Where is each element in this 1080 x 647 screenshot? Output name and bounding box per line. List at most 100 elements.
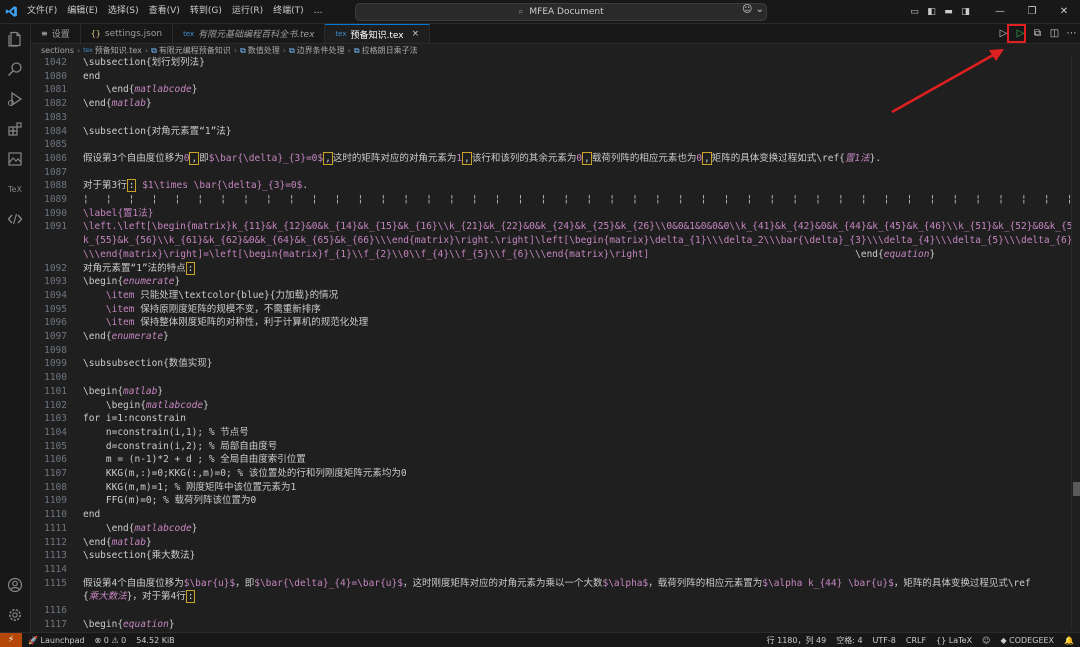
code-line[interactable]: \subsection{对角元素置“1”法} (83, 125, 232, 139)
rocket-icon: 🚀 (28, 635, 38, 645)
code-line[interactable]: \label{置1法} (83, 207, 153, 221)
toggle-panel-icon[interactable]: ▬ (940, 7, 957, 17)
code-line[interactable]: \item 保持整体刚度矩阵的对称性，利于计算机的规范化处理 (83, 316, 368, 330)
breadcrumb-item[interactable]: 有限元编程预备知识 (159, 45, 231, 56)
code-editor[interactable]: 1042 \subsection{划行划列法} 1080 end 1081 \end{m… (31, 56, 1071, 630)
code-line[interactable]: \\\end{matrix}\right]=\left[\begin{matri… (83, 248, 935, 262)
close-window-icon[interactable]: ✕ (1048, 6, 1080, 17)
open-preview-icon[interactable]: ⧉ (1029, 28, 1046, 39)
code-line[interactable]: 对角元素置“1”法的特点: (83, 261, 196, 276)
code-line[interactable]: \subsection{乘大数法} (83, 549, 195, 563)
menu-go[interactable]: 转到(G) (185, 0, 227, 23)
copilot-status-icon[interactable]: ☺ (982, 636, 990, 645)
problems-item[interactable]: ⊗ 0 ⚠ 0 (95, 636, 127, 645)
extensions-icon[interactable] (0, 116, 30, 142)
code-line[interactable]: \subsection{划行划列法} (83, 56, 205, 70)
code-line[interactable]: \left.\left[\begin{matrix}k_{11}&k_{12}&… (83, 220, 1071, 234)
search-icon[interactable] (0, 56, 30, 82)
code-line[interactable]: end (83, 508, 100, 522)
account-icon[interactable] (0, 572, 30, 598)
code-line[interactable]: \item 保持原刚度矩阵的规模不变，不需重新排序 (83, 303, 321, 317)
code-line[interactable]: \begin{matlabcode} (83, 399, 209, 413)
codegeex-item[interactable]: ◆ CODEGEEX (1000, 636, 1054, 645)
code-line[interactable]: \end{matlabcode} (83, 522, 198, 536)
code-line[interactable]: 假设第3个自由度位移为0, 即$\bar{\delta}_{3}=0$, 这时的矩阵… (83, 151, 881, 166)
code-line[interactable]: \begin{enumerate} (83, 275, 180, 289)
toggle-secondary-sidebar-icon[interactable]: ◨ (957, 7, 974, 17)
code-icon[interactable] (0, 206, 30, 232)
menu-more[interactable]: … (309, 0, 328, 23)
code-line[interactable]: k_{55}&k_{56}\\k_{61}&k_{62}&0&k_{64}&k_… (83, 234, 1071, 248)
code-line[interactable]: ¦ ¦ ¦ ¦ ¦ ¦ ¦ ¦ ¦ ¦ ¦ ¦ ¦ ¦ ¦ ¦ ¦ ¦ ¦ ¦ … (83, 193, 1071, 207)
tab-prerequisite-tex[interactable]: tex 预备知识.tex × (325, 24, 431, 43)
image-preview-icon[interactable] (0, 146, 30, 172)
tab-settings[interactable]: ≡ 设置 (31, 24, 81, 43)
settings-gear-icon[interactable] (0, 602, 30, 628)
tab-main-tex[interactable]: tex 有限元基础编程百科全书.tex (173, 24, 326, 43)
line-number: 1106 (44, 454, 67, 466)
code-line[interactable]: KKG(m,:)=0;KKG(:,m)=0; % 该位置处的行和列刚度矩阵元素均… (83, 467, 407, 481)
remote-icon[interactable]: ⚡ (0, 633, 22, 647)
indentation[interactable]: 空格: 4 (836, 635, 862, 646)
menu-file[interactable]: 文件(F) (22, 0, 62, 23)
code-line[interactable]: d=constrain(i,2); % 局部自由度号 (83, 440, 277, 454)
code-line[interactable]: end (83, 70, 100, 84)
restore-icon[interactable]: ❐ (1016, 6, 1048, 17)
scrollbar-thumb[interactable] (1073, 482, 1080, 496)
breadcrumb-item[interactable]: 预备知识.tex (95, 45, 142, 56)
menu-run[interactable]: 运行(R) (227, 0, 268, 23)
code-line[interactable]: n=constrain(i,1); % 节点号 (83, 426, 249, 440)
line-number: 1108 (44, 481, 67, 493)
code-line[interactable]: for i=1:nconstrain (83, 412, 186, 426)
line-number: 1102 (44, 399, 67, 411)
menu-edit[interactable]: 编辑(E) (62, 0, 103, 23)
code-line[interactable]: \end{matlab} (83, 536, 152, 550)
close-icon[interactable]: × (412, 29, 420, 39)
notification-bell-icon[interactable]: 🔔 (1064, 636, 1074, 645)
code-line[interactable]: \end{enumerate} (83, 330, 169, 344)
cursor-position[interactable]: 行 1180，列 49 (767, 635, 827, 646)
breadcrumb-item[interactable]: sections (41, 46, 74, 55)
code-line[interactable]: \item 只能处理\textcolor{blue}{力加载}的情况 (83, 289, 338, 303)
menu-terminal[interactable]: 终端(T) (268, 0, 309, 23)
more-actions-icon[interactable]: ⋯ (1063, 28, 1080, 39)
menu-selection[interactable]: 选择(S) (103, 0, 144, 23)
warning-count: 0 (121, 635, 127, 645)
tab-settings-json[interactable]: {} settings.json (81, 24, 174, 43)
code-line[interactable]: \begin{matlab} (83, 385, 163, 399)
breadcrumb-item[interactable]: 边界条件处理 (297, 45, 345, 56)
code-line[interactable]: \begin{equation} (83, 618, 175, 630)
layout-panel-icon[interactable]: ▭ (906, 7, 923, 17)
tex-icon[interactable]: TeX (0, 176, 30, 202)
code-line[interactable]: KKG(m,m)=1; % 刚度矩阵中该位置元素为1 (83, 481, 296, 495)
line-number: 1086 (44, 152, 67, 164)
language-mode[interactable]: {} LaTeX (936, 636, 972, 645)
code-line[interactable]: 对于第3行: $1\times \bar{\delta}_{3}=0$. (83, 179, 308, 193)
breadcrumb-item[interactable]: 拉格朗日乘子法 (362, 45, 418, 56)
code-line[interactable]: \end{matlab} (83, 97, 152, 111)
toggle-sidebar-icon[interactable]: ◧ (923, 7, 940, 17)
run-debug-icon[interactable] (0, 86, 30, 112)
breadcrumb-item[interactable]: 数值处理 (248, 45, 280, 56)
code-line[interactable]: \subsubsection{数值实现} (83, 357, 213, 371)
command-center-search[interactable]: ⌕ MFEA Document (355, 3, 767, 21)
code-line[interactable]: \end{matlabcode} (83, 83, 198, 97)
end-of-line[interactable]: CRLF (906, 636, 926, 645)
status-bar: ⚡ 🚀 Launchpad ⊗ 0 ⚠ 0 54.52 KiB 行 1180，列… (0, 632, 1080, 647)
editor-scrollbar[interactable] (1071, 56, 1080, 630)
error-count: 0 (103, 635, 109, 645)
launchpad-item[interactable]: 🚀 Launchpad (28, 636, 85, 645)
encoding[interactable]: UTF-8 (873, 636, 896, 645)
line-number: 1087 (44, 166, 67, 178)
minimize-icon[interactable]: — (984, 6, 1016, 17)
json-braces-icon: {} (90, 29, 101, 38)
code-line[interactable]: FFG(m)=0; % 载荷列阵该位置为0 (83, 494, 256, 508)
split-editor-icon[interactable]: ◫ (1046, 28, 1063, 39)
explorer-icon[interactable] (0, 26, 30, 52)
copilot-icon[interactable]: ☺ ⌄ (742, 4, 764, 15)
code-line[interactable]: {乘大数法}，对于第4行: (83, 590, 196, 604)
code-line[interactable]: m = (n-1)*2 + d ; % 全局自由度索引位置 (83, 453, 306, 467)
menu-view[interactable]: 查看(V) (144, 0, 185, 23)
code-line[interactable]: 假设第4个自由度位移为$\bar{u}$，即$\bar{\delta}_{4}=… (83, 577, 1031, 591)
language-label: LaTeX (948, 635, 973, 645)
